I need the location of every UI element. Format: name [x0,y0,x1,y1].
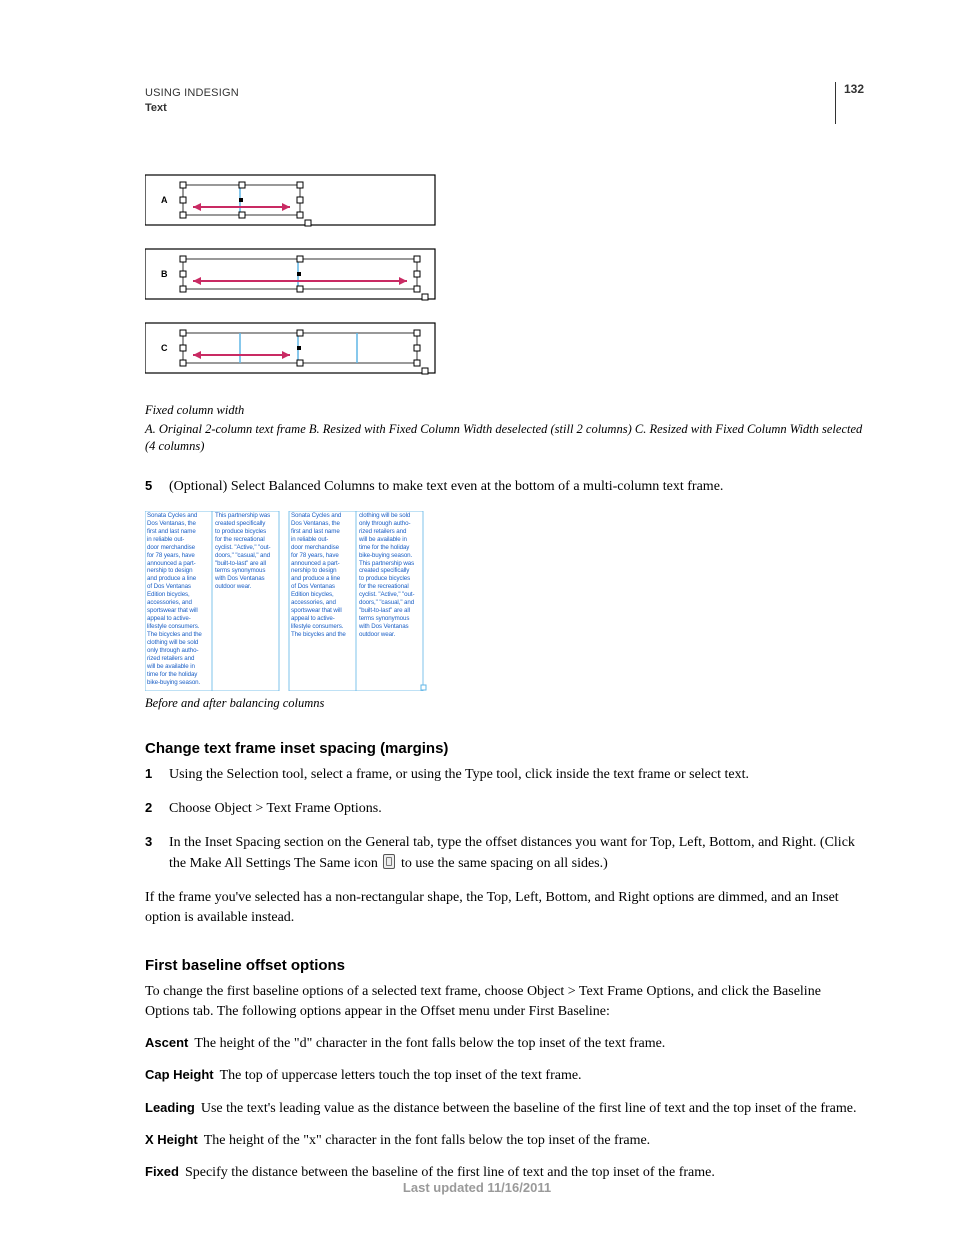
step-text: (Optional) Select Balanced Columns to ma… [169,477,864,497]
legend-a-label: A. [145,422,156,436]
page-number: 132 [835,82,864,124]
defn-term: X Height [145,1132,204,1147]
inset-step-1: 1 Using the Selection tool, select a fra… [145,765,864,785]
figure-column-width: A [145,174,864,396]
defn-term: Fixed [145,1164,185,1179]
defn-term: Leading [145,1100,201,1115]
baseline-intro: To change the first baseline options of … [145,982,864,1023]
step-text: Choose Object > Text Frame Options. [169,799,864,819]
figure-caption-legend: A. Original 2-column text frame B. Resiz… [145,421,864,455]
defn-text: Use the text's leading value as the dist… [201,1101,857,1116]
figure-label-b: B [161,269,168,279]
figure-balance-columns: Sonata Cycles and Dos Ventanas, the firs… [145,511,427,691]
defn-text: The height of the "x" character in the f… [204,1133,650,1148]
figure-label-c: C [161,343,168,353]
defn-term: Cap Height [145,1067,220,1082]
balance-col-1: Sonata Cycles and Dos Ventanas, the firs… [147,512,209,689]
inset-step-2: 2 Choose Object > Text Frame Options. [145,799,864,819]
defn-text: The height of the "d" character in the f… [194,1036,665,1051]
page-header: USING INDESIGN Text 132 [145,86,864,124]
heading-inset-spacing: Change text frame inset spacing (margins… [145,740,864,757]
defn-xheight: X HeightThe height of the "x" character … [145,1131,864,1151]
legend-a-text: Original 2-column text frame [156,422,309,436]
header-title: USING INDESIGN [145,86,239,101]
defn-text: The top of uppercase letters touch the t… [220,1068,582,1083]
balance-col-4: clothing will be sold only through autho… [359,512,421,689]
step-number: 5 [145,477,159,497]
step-number: 3 [145,833,159,874]
figure-label-a: A [161,195,168,205]
header-section: Text [145,101,239,116]
defn-capheight: Cap HeightThe top of uppercase letters t… [145,1066,864,1086]
link-icon [383,854,395,869]
legend-b-label: B. [309,422,320,436]
step-text-after: to use the same spacing on all sides.) [397,856,607,871]
legend-c-label: C. [635,422,646,436]
defn-ascent: AscentThe height of the "d" character in… [145,1034,864,1054]
step-number: 1 [145,765,159,785]
step-text: Using the Selection tool, select a frame… [169,765,864,785]
legend-b-text: Resized with Fixed Column Width deselect… [320,422,635,436]
balance-col-2: This partnership was created specificall… [215,512,277,689]
defn-leading: LeadingUse the text's leading value as t… [145,1099,864,1119]
inset-paragraph: If the frame you've selected has a non-r… [145,888,864,929]
figure-balance-caption: Before and after balancing columns [145,695,864,712]
defn-text: Specify the distance between the baselin… [185,1165,715,1180]
balance-col-3: Sonata Cycles and Dos Ventanas, the firs… [291,512,353,689]
step-5: 5 (Optional) Select Balanced Columns to … [145,477,864,497]
step-text: In the Inset Spacing section on the Gene… [169,833,864,874]
page-footer: Last updated 11/16/2011 [0,1180,954,1195]
defn-term: Ascent [145,1035,194,1050]
header-left: USING INDESIGN Text [145,86,239,117]
page: USING INDESIGN Text 132 [0,0,954,1235]
heading-first-baseline: First baseline offset options [145,957,864,974]
figure-caption-title: Fixed column width [145,402,864,419]
step-number: 2 [145,799,159,819]
inset-step-3: 3 In the Inset Spacing section on the Ge… [145,833,864,874]
